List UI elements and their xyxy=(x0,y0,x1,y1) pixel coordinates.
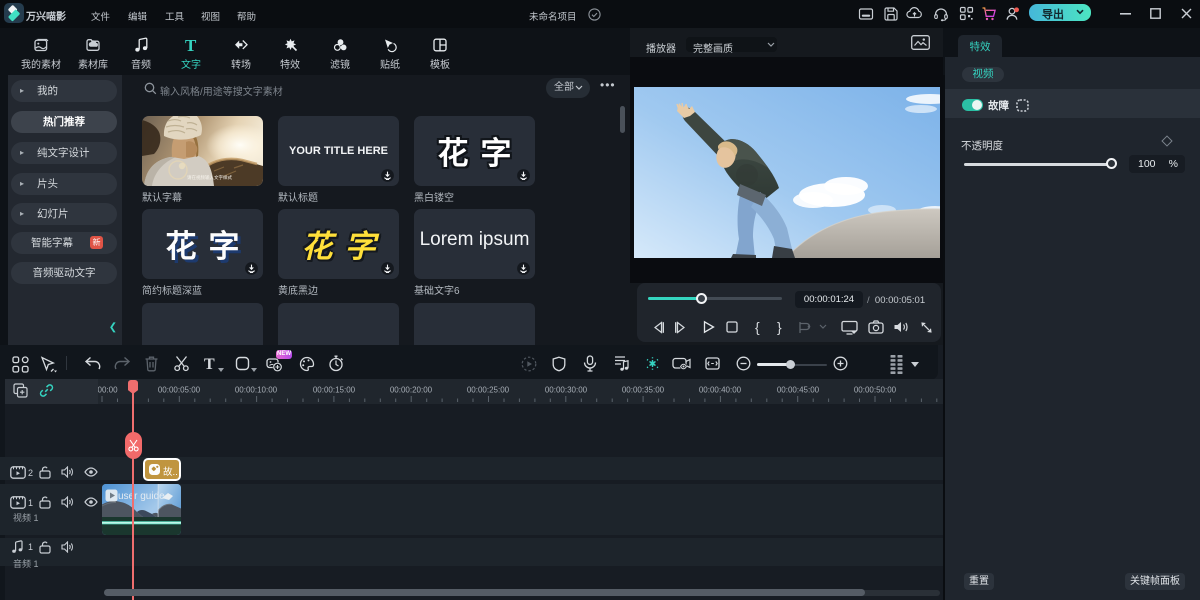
svg-text:00:00:25:00: 00:00:25:00 xyxy=(467,386,510,395)
svg-text:user guide: user guide xyxy=(118,491,165,502)
svg-text:00:00:20:00: 00:00:20:00 xyxy=(390,386,433,395)
svg-text:{: { xyxy=(755,319,760,335)
svg-text:00:00:40:00: 00:00:40:00 xyxy=(699,386,742,395)
svg-text:00:00:05:00: 00:00:05:00 xyxy=(158,386,201,395)
svg-text:00:00:50:00: 00:00:50:00 xyxy=(854,386,897,395)
svg-text:00:00:15:00: 00:00:15:00 xyxy=(313,386,356,395)
svg-text:00:00:35:00: 00:00:35:00 xyxy=(622,386,665,395)
svg-text:00:00:30:00: 00:00:30:00 xyxy=(545,386,588,395)
svg-text:T: T xyxy=(204,356,215,372)
svg-text:请在视频输入文字样式: 请在视频输入文字样式 xyxy=(187,174,232,181)
svg-text:00:00:00: 00:00:00 xyxy=(98,386,118,395)
svg-text:}: } xyxy=(777,319,782,335)
svg-text:00:00:10:00: 00:00:10:00 xyxy=(235,386,278,395)
svg-text:T: T xyxy=(185,36,197,53)
svg-text:00:00:45:00: 00:00:45:00 xyxy=(777,386,820,395)
